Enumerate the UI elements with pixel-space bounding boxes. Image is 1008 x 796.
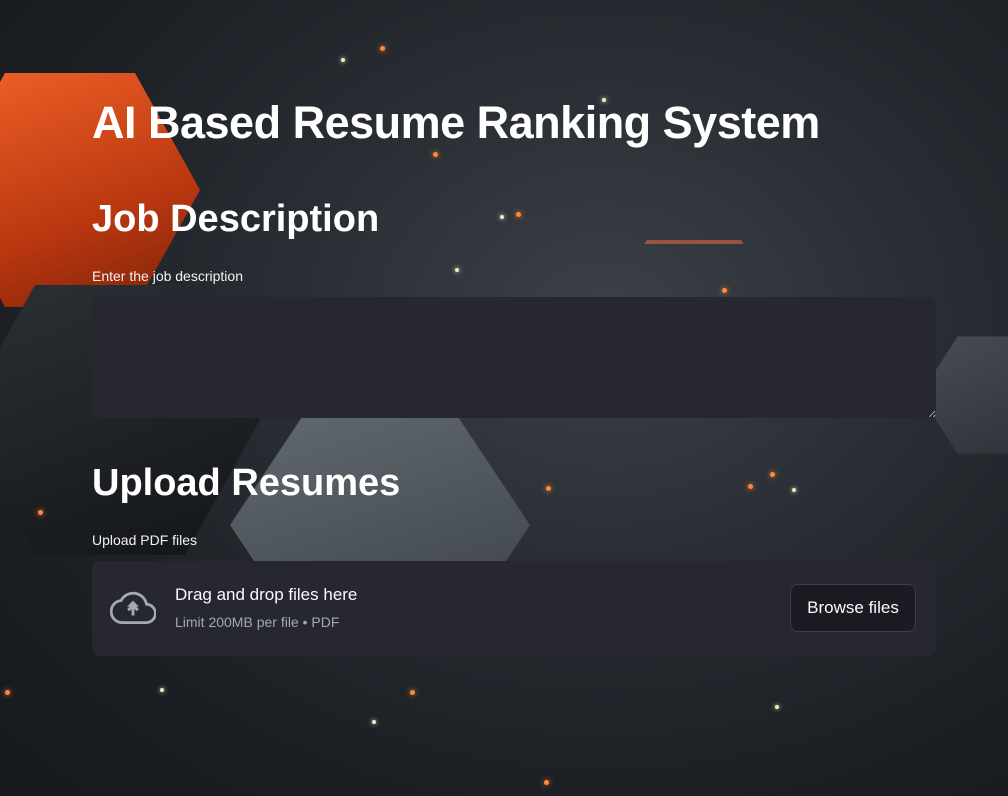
glow-dot bbox=[341, 58, 345, 62]
glow-dot bbox=[546, 486, 551, 491]
glow-dot bbox=[516, 212, 521, 217]
glow-dot bbox=[410, 690, 415, 695]
glow-dot bbox=[380, 46, 385, 51]
glow-dot bbox=[775, 705, 779, 709]
browse-files-button[interactable]: Browse files bbox=[790, 584, 916, 632]
upload-resumes-heading: Upload Resumes bbox=[92, 462, 401, 504]
glow-dot bbox=[372, 720, 376, 724]
glow-dot bbox=[544, 780, 549, 785]
glow-dot bbox=[433, 152, 438, 157]
glow-dot bbox=[770, 472, 775, 477]
glow-dot bbox=[5, 690, 10, 695]
glow-dot bbox=[722, 288, 727, 293]
cloud-upload-icon bbox=[110, 591, 156, 624]
glow-dot bbox=[748, 484, 753, 489]
dropzone-limit-text: Limit 200MB per file • PDF bbox=[175, 614, 340, 630]
file-dropzone[interactable]: Drag and drop files here Limit 200MB per… bbox=[92, 561, 936, 656]
glow-dot bbox=[500, 215, 504, 219]
job-description-heading: Job Description bbox=[92, 198, 380, 240]
glow-dot bbox=[38, 510, 43, 515]
glow-dot bbox=[792, 488, 796, 492]
glow-dot bbox=[160, 688, 164, 692]
dropzone-main-text: Drag and drop files here bbox=[175, 585, 358, 604]
job-description-label: Enter the job description bbox=[92, 268, 243, 284]
page-title: AI Based Resume Ranking System bbox=[92, 97, 820, 148]
job-description-textarea[interactable] bbox=[92, 297, 936, 418]
upload-pdf-label: Upload PDF files bbox=[92, 532, 198, 548]
dropzone-instructions: Drag and drop files here Limit 200MB per… bbox=[175, 585, 357, 630]
glow-dot bbox=[455, 268, 459, 272]
